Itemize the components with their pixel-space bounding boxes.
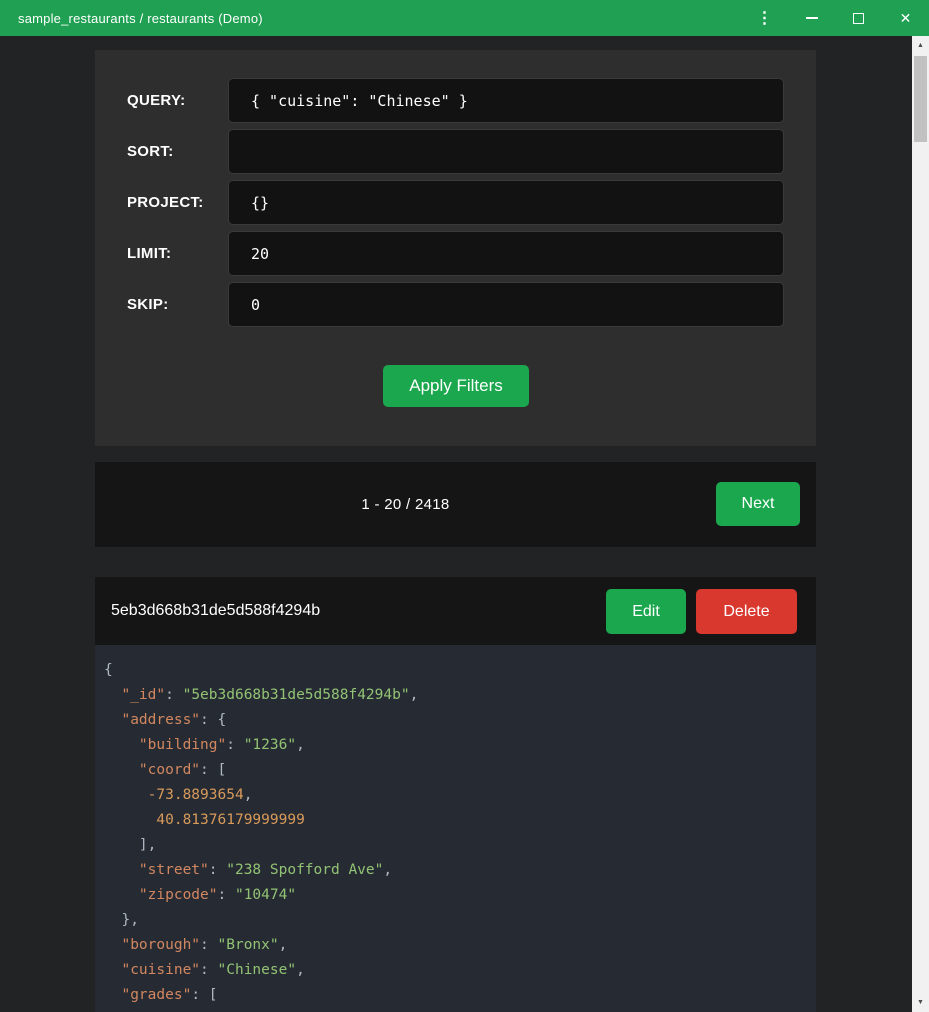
json-line: 40.81376179999999 [104, 808, 806, 833]
edit-button[interactable]: Edit [606, 589, 686, 634]
json-line: { [104, 658, 806, 683]
json-line: "cuisine": "Chinese", [104, 958, 806, 983]
maximize-button[interactable] [835, 0, 882, 36]
pagination-range-wrap: 1 - 20 / 2418 [95, 462, 716, 547]
scroll-down-icon[interactable]: ▼ [912, 994, 929, 1011]
minimize-icon [806, 17, 818, 19]
maximize-icon [853, 13, 864, 24]
vertical-scrollbar[interactable]: ▲ ▼ [912, 36, 929, 1012]
json-line: }, [104, 908, 806, 933]
json-line: "_id": "5eb3d668b31de5d588f4294b", [104, 683, 806, 708]
close-button[interactable]: ✕ [882, 0, 929, 36]
menu-icon[interactable]: ⋮ [741, 0, 788, 36]
scrollbar-thumb[interactable] [914, 56, 927, 142]
json-line: "zipcode": "10474" [104, 883, 806, 908]
query-input[interactable] [228, 78, 784, 123]
filter-panel: QUERY: SORT: PROJECT: LIMIT: SKIP: Apply… [95, 50, 816, 446]
skip-label: SKIP: [127, 282, 169, 327]
json-line: "street": "238 Spofford Ave", [104, 858, 806, 883]
json-view: { "_id": "5eb3d668b31de5d588f4294b", "ad… [95, 645, 816, 1012]
filter-row-query: QUERY: [95, 78, 816, 123]
json-line: "grades": [ [104, 983, 806, 1008]
filter-row-limit: LIMIT: [95, 231, 816, 276]
limit-label: LIMIT: [127, 231, 171, 276]
document-id: 5eb3d668b31de5d588f4294b [111, 577, 320, 645]
pagination-bar: 1 - 20 / 2418 Next [95, 462, 816, 547]
sort-input[interactable] [228, 129, 784, 174]
limit-input[interactable] [228, 231, 784, 276]
filter-row-sort: SORT: [95, 129, 816, 174]
window-controls: ⋮ ✕ [741, 0, 929, 36]
apply-filters-button[interactable]: Apply Filters [383, 365, 529, 407]
scroll-up-icon[interactable]: ▲ [912, 37, 929, 54]
delete-button[interactable]: Delete [696, 589, 797, 634]
json-line: "building": "1236", [104, 733, 806, 758]
minimize-button[interactable] [788, 0, 835, 36]
json-line: -73.8893654, [104, 783, 806, 808]
pagination-range: 1 - 20 / 2418 [361, 496, 449, 513]
json-line: "address": { [104, 708, 806, 733]
json-line: "coord": [ [104, 758, 806, 783]
project-label: PROJECT: [127, 180, 204, 225]
next-page-button[interactable]: Next [716, 482, 800, 526]
json-line: ], [104, 833, 806, 858]
query-label: QUERY: [127, 78, 185, 123]
project-input[interactable] [228, 180, 784, 225]
sort-label: SORT: [127, 129, 174, 174]
filter-row-project: PROJECT: [95, 180, 816, 225]
window-title: sample_restaurants / restaurants (Demo) [0, 11, 263, 26]
skip-input[interactable] [228, 282, 784, 327]
titlebar: sample_restaurants / restaurants (Demo) … [0, 0, 929, 36]
json-line: "borough": "Bronx", [104, 933, 806, 958]
document-header: 5eb3d668b31de5d588f4294b Edit Delete [95, 577, 816, 645]
filter-row-skip: SKIP: [95, 282, 816, 327]
